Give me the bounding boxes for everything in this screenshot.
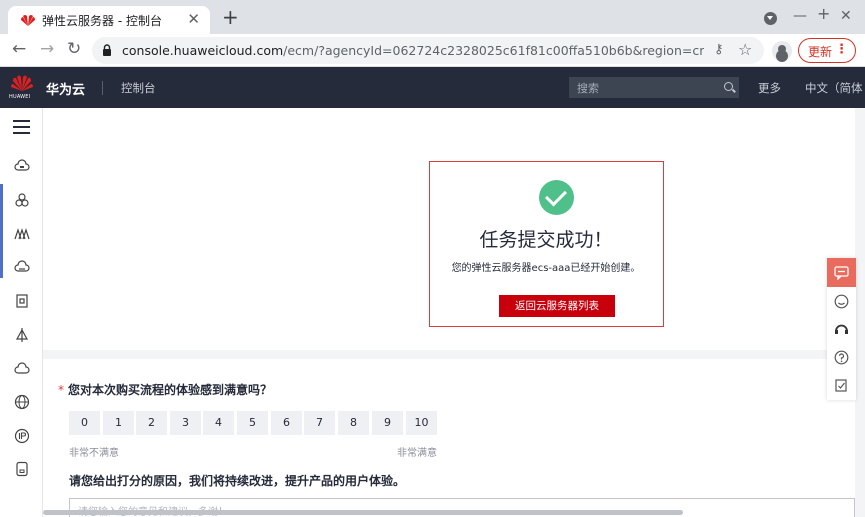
survey-panel: * 您对本次购买流程的体验感到满意吗？ 0 1 2 3 4 5 6 7 8 9 1… bbox=[43, 359, 855, 517]
url-text: console.huaweicloud.com/ecm/?agencyId=06… bbox=[122, 43, 704, 58]
ip-icon[interactable] bbox=[14, 428, 30, 444]
chat-button[interactable] bbox=[827, 258, 856, 287]
tab-title: 弹性云服务器 - 控制台 bbox=[42, 14, 162, 28]
maximize-icon[interactable]: + bbox=[817, 6, 830, 22]
reason-label: 请您给出打分的原因，我们将持续改进，提升产品的用户体验。 bbox=[69, 474, 406, 488]
window-close-icon[interactable]: ✕ bbox=[840, 9, 852, 23]
required-asterisk: * bbox=[58, 383, 64, 397]
header-more-menu[interactable]: 更多 bbox=[758, 80, 781, 96]
chrome-menu-dropdown-icon[interactable] bbox=[764, 12, 777, 25]
menu-icon[interactable] bbox=[13, 120, 30, 134]
more-vert-icon: ⋮ bbox=[835, 42, 848, 57]
score-option-1[interactable]: 1 bbox=[103, 411, 134, 435]
chat-icon bbox=[834, 266, 849, 280]
reload-icon[interactable]: ↻ bbox=[67, 39, 81, 59]
storage-icon[interactable] bbox=[14, 293, 30, 309]
success-check-icon bbox=[539, 180, 574, 215]
success-dialog: 任务提交成功！ 您的弹性云服务器ecs-aaa已经开始创建。 返回云服务器列表 bbox=[429, 161, 664, 327]
feedback-smile-icon[interactable] bbox=[834, 294, 849, 309]
update-button[interactable]: 更新 ⋮ bbox=[798, 38, 856, 63]
tab-close-icon[interactable]: ✕ bbox=[187, 10, 200, 28]
cloud-server-icon[interactable] bbox=[14, 158, 30, 174]
header-divider bbox=[102, 81, 103, 95]
lock-icon bbox=[103, 44, 111, 56]
header-search-input[interactable]: 搜索 bbox=[569, 77, 739, 98]
language-selector[interactable]: 中文（简体 bbox=[805, 80, 863, 96]
console-header: HUAWEI 华为云 控制台 搜索 更多 中文（简体 bbox=[0, 67, 865, 108]
forward-arrow-icon[interactable]: → bbox=[40, 39, 54, 59]
survey-edit-icon[interactable] bbox=[834, 378, 849, 393]
back-arrow-icon[interactable]: ← bbox=[12, 39, 26, 59]
score-high-label: 非常满意 bbox=[397, 448, 437, 459]
browser-toolbar: ← → ↻ console.huaweicloud.com/ecm/?agenc… bbox=[0, 34, 865, 67]
floating-toolbar bbox=[827, 258, 856, 400]
cluster-icon[interactable] bbox=[14, 192, 30, 208]
cloud-database-icon[interactable] bbox=[14, 259, 30, 275]
score-option-7[interactable]: 7 bbox=[304, 411, 335, 435]
main-content: 任务提交成功！ 您的弹性云服务器ecs-aaa已经开始创建。 返回云服务器列表 … bbox=[43, 108, 865, 517]
score-option-5[interactable]: 5 bbox=[237, 411, 268, 435]
sidebar-active-indicator bbox=[0, 184, 3, 278]
globe-icon[interactable] bbox=[14, 394, 30, 410]
horizontal-scrollbar[interactable] bbox=[43, 510, 683, 515]
score-option-6[interactable]: 6 bbox=[271, 411, 302, 435]
back-to-server-list-button[interactable]: 返回云服务器列表 bbox=[499, 295, 615, 317]
huawei-logo[interactable]: HUAWEI bbox=[9, 73, 34, 103]
address-bar[interactable]: console.huaweicloud.com/ecm/?agencyId=06… bbox=[92, 37, 764, 64]
score-option-9[interactable]: 9 bbox=[372, 411, 403, 435]
score-option-3[interactable]: 3 bbox=[170, 411, 201, 435]
new-tab-button[interactable]: + bbox=[222, 6, 239, 28]
success-title: 任务提交成功！ bbox=[479, 229, 613, 251]
service-sidebar bbox=[0, 108, 43, 517]
profile-avatar-icon[interactable] bbox=[772, 41, 792, 61]
device-icon[interactable] bbox=[14, 461, 30, 477]
survey-question: * 您对本次购买流程的体验感到满意吗？ bbox=[58, 383, 273, 397]
score-option-4[interactable]: 4 bbox=[203, 411, 234, 435]
browser-tabstrip: 弹性云服务器 - 控制台 ✕ + — + ✕ bbox=[0, 0, 865, 34]
mountain-icon[interactable] bbox=[14, 226, 30, 242]
help-icon[interactable] bbox=[834, 350, 849, 365]
brand-name[interactable]: 华为云 bbox=[46, 79, 85, 98]
console-link[interactable]: 控制台 bbox=[121, 80, 156, 96]
success-description: 您的弹性云服务器ecs-aaa已经开始创建。 bbox=[451, 263, 641, 274]
score-option-10[interactable]: 10 bbox=[406, 411, 437, 435]
score-option-8[interactable]: 8 bbox=[338, 411, 369, 435]
key-icon[interactable]: ⚷ bbox=[714, 42, 724, 57]
score-option-2[interactable]: 2 bbox=[136, 411, 167, 435]
network-icon[interactable] bbox=[14, 327, 30, 343]
result-panel: 任务提交成功！ 您的弹性云服务器ecs-aaa已经开始创建。 返回云服务器列表 bbox=[43, 108, 855, 350]
minimize-icon[interactable]: — bbox=[793, 9, 807, 23]
cloud-icon[interactable] bbox=[14, 361, 30, 377]
browser-tab[interactable]: 弹性云服务器 - 控制台 ✕ bbox=[8, 6, 210, 34]
service-headset-icon[interactable] bbox=[834, 322, 849, 337]
score-low-label: 非常不满意 bbox=[69, 448, 119, 459]
score-option-0[interactable]: 0 bbox=[69, 411, 100, 435]
huawei-favicon-icon bbox=[21, 15, 35, 26]
search-icon[interactable] bbox=[724, 82, 733, 91]
bookmark-star-icon[interactable]: ☆ bbox=[738, 40, 752, 59]
huawei-flower-icon bbox=[11, 75, 33, 91]
